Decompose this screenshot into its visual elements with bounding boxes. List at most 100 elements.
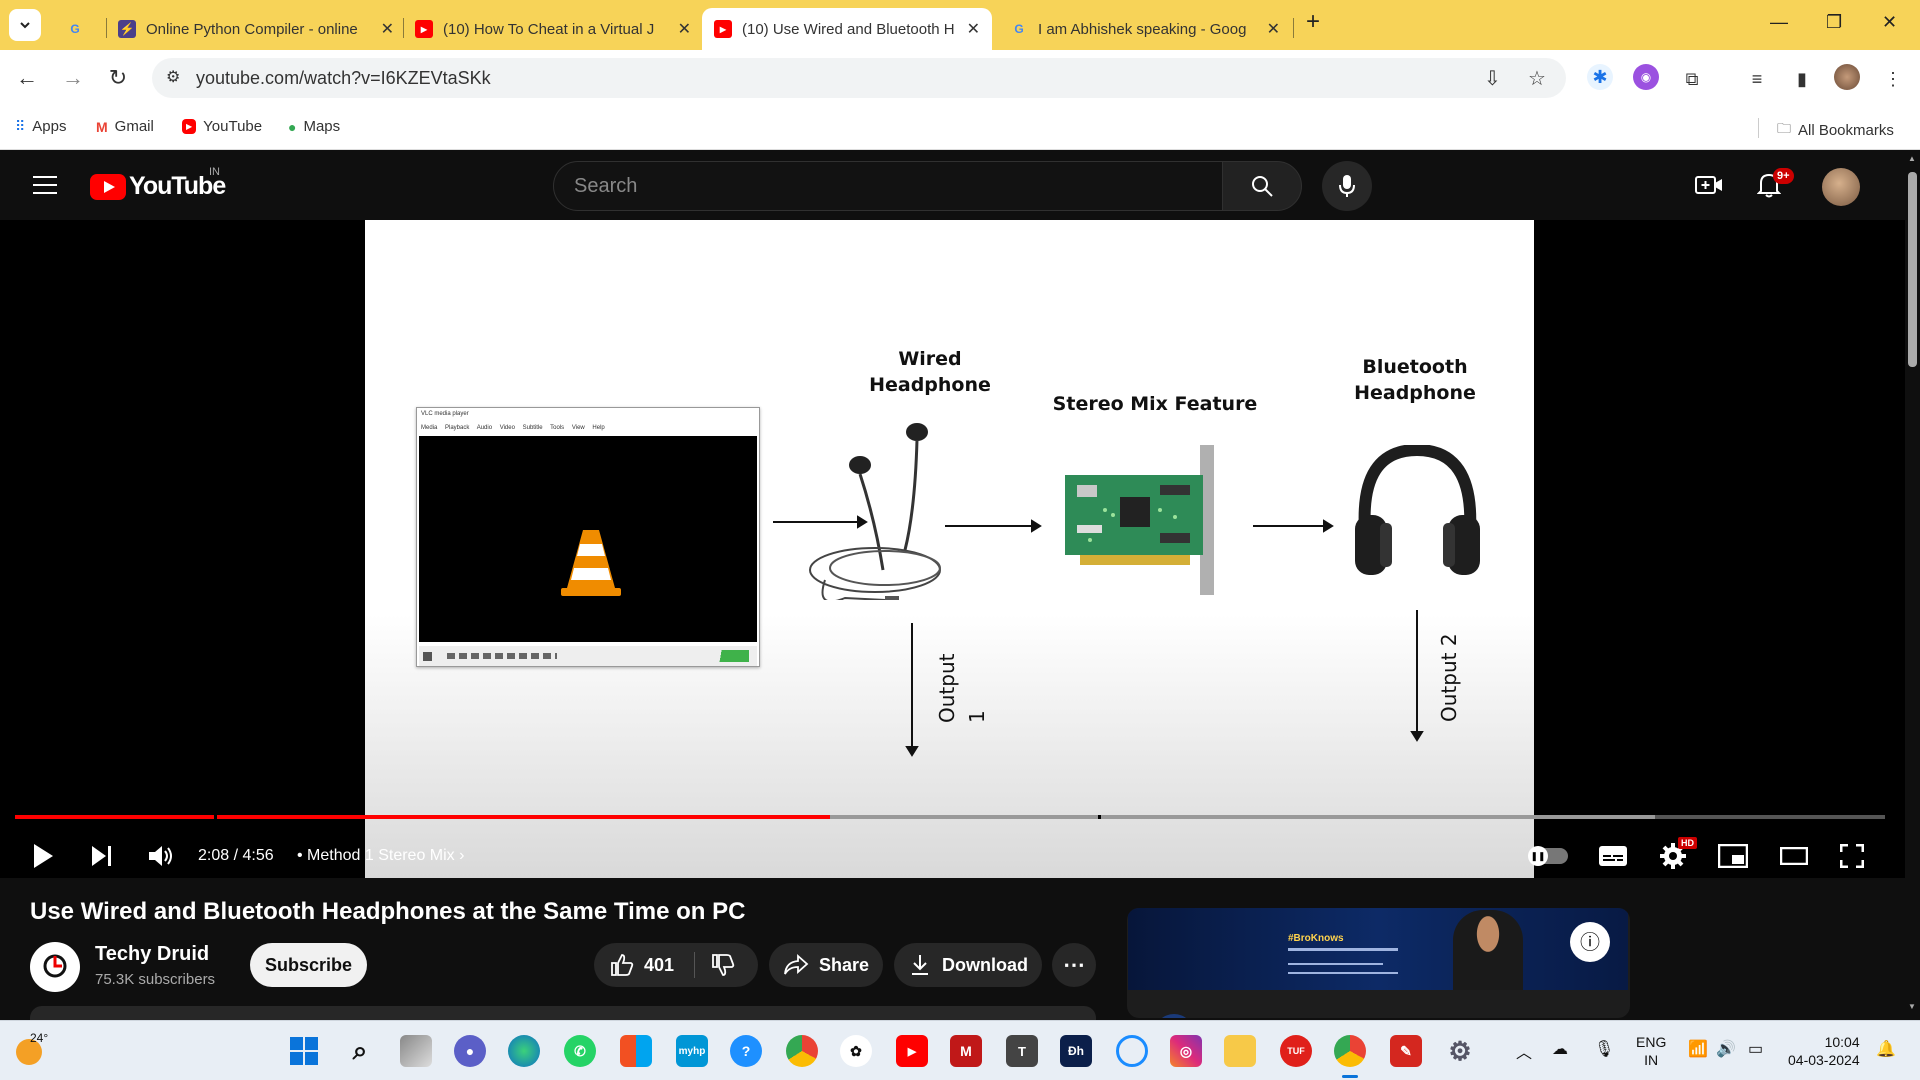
play-icon[interactable] [32, 843, 54, 869]
forward-arrow-icon[interactable]: → [58, 63, 88, 93]
chapter-title-button[interactable]: • Method 1 Stereo Mix › [297, 847, 464, 865]
autoplay-toggle[interactable]: ❚❚ [1528, 846, 1568, 866]
ad-info-icon[interactable]: ⓘ [1570, 922, 1610, 962]
language-indicator[interactable]: ENG IN [1636, 1033, 1666, 1069]
get-help-icon[interactable]: ? [730, 1035, 762, 1067]
reload-icon[interactable]: ↻ [103, 63, 133, 93]
scroll-up-arrow[interactable]: ▲ [1908, 154, 1916, 163]
tab-python-compiler[interactable]: ⚡ Online Python Compiler - online ✕ [106, 8, 406, 50]
tray-mic-icon[interactable]: 🎙 [1594, 1039, 1614, 1059]
whatsapp-icon[interactable]: ✆ [564, 1035, 596, 1067]
close-window-icon[interactable]: ✕ [1882, 12, 1897, 33]
edge-icon[interactable] [508, 1035, 540, 1067]
like-button[interactable]: 401 [594, 953, 694, 977]
next-icon[interactable] [90, 844, 114, 868]
sponsored-ad-card[interactable]: #BroKnows ⓘ [1127, 908, 1630, 1018]
dh-app-icon[interactable]: Ðh [1060, 1035, 1092, 1067]
clock[interactable]: 10:04 04-03-2024 [1788, 1033, 1860, 1069]
battery-icon[interactable]: ▭ [1748, 1039, 1763, 1059]
bookmark-star-icon[interactable]: ☆ [1528, 66, 1546, 91]
video-player[interactable]: Wired Headphone Stereo Mix Feature Bluet… [0, 220, 1905, 878]
myhp-icon[interactable]: myhp [676, 1035, 708, 1067]
search-button[interactable] [1222, 161, 1302, 211]
volume-icon[interactable] [148, 844, 174, 868]
text-app-icon[interactable]: T [1006, 1035, 1038, 1067]
fullscreen-icon[interactable] [1840, 844, 1864, 868]
task-view-icon[interactable] [400, 1035, 432, 1067]
theater-mode-icon[interactable] [1780, 847, 1808, 865]
tray-chevron-up-icon[interactable]: ︿ [1516, 1039, 1532, 1063]
file-explorer-icon[interactable] [1224, 1035, 1256, 1067]
chatgpt-icon[interactable]: ✿ [840, 1035, 872, 1067]
chrome-profile-icon[interactable] [786, 1035, 818, 1067]
more-actions-button[interactable]: ⋯ [1052, 943, 1096, 987]
tuf-icon[interactable]: TUF [1280, 1035, 1312, 1067]
hamburger-menu-icon[interactable] [33, 174, 57, 196]
windows-start-icon[interactable] [288, 1035, 320, 1067]
acrobat-icon[interactable]: ✎ [1390, 1035, 1422, 1067]
page-scrollbar[interactable]: ▲ ▼ [1905, 150, 1920, 1020]
ms-store-icon[interactable] [620, 1035, 652, 1067]
bookmark-gmail[interactable]: M Gmail [96, 118, 154, 135]
media-control-icon[interactable]: ≡ [1744, 66, 1770, 92]
video-progress-bar[interactable] [15, 815, 1885, 820]
download-label: Download [942, 954, 1028, 975]
extension-perplexity-icon[interactable]: ✱ [1587, 64, 1613, 90]
extension-purple-icon[interactable]: ◉ [1633, 64, 1659, 90]
close-tab-icon[interactable]: ✕ [967, 19, 980, 39]
voice-search-button[interactable] [1322, 161, 1372, 211]
dislike-button[interactable] [695, 953, 735, 977]
create-video-icon[interactable] [1695, 174, 1723, 196]
close-tab-icon[interactable]: ✕ [1267, 19, 1280, 39]
minimize-icon[interactable]: — [1770, 12, 1788, 33]
download-button[interactable]: Download [894, 943, 1042, 987]
tab-google[interactable]: G [56, 8, 96, 50]
close-tab-icon[interactable]: ✕ [381, 19, 394, 39]
channel-name[interactable]: Techy Druid [95, 943, 209, 966]
speaker-icon[interactable]: 🔊 [1716, 1039, 1736, 1059]
weather-widget[interactable]: 24° [14, 1031, 50, 1069]
bookmark-youtube[interactable]: ▶ YouTube [182, 118, 262, 135]
subtitles-icon[interactable] [1598, 845, 1628, 867]
youtube-logo[interactable]: YouTube IN [90, 166, 226, 201]
tab-cheat-virtual[interactable]: ▶ (10) How To Cheat in a Virtual J ✕ [403, 8, 703, 50]
tab-search-button[interactable] [9, 9, 41, 41]
ad-banner-lines [1288, 948, 1398, 951]
channel-avatar[interactable] [30, 942, 80, 992]
install-app-icon[interactable]: ⇩ [1484, 66, 1501, 91]
settings-app-icon[interactable]: ⚙ [1444, 1035, 1476, 1067]
new-tab-plus-icon[interactable]: + [1306, 8, 1320, 36]
wifi-icon[interactable]: 📶 [1688, 1039, 1708, 1059]
share-button[interactable]: Share [769, 943, 883, 987]
subscribe-button[interactable]: Subscribe [250, 943, 367, 987]
onedrive-cloud-icon[interactable]: ☁ [1552, 1039, 1568, 1059]
tab-wired-bluetooth[interactable]: ▶ (10) Use Wired and Bluetooth H ✕ [702, 8, 992, 50]
cortana-icon[interactable] [1116, 1035, 1148, 1067]
side-panel-icon[interactable]: ▮ [1789, 66, 1815, 92]
site-info-icon[interactable]: ⚙ [166, 67, 180, 87]
instagram-icon[interactable]: ◎ [1170, 1035, 1202, 1067]
scrollbar-thumb[interactable] [1908, 172, 1917, 367]
scroll-down-arrow[interactable]: ▼ [1908, 1002, 1916, 1011]
all-bookmarks[interactable]: 🗀 All Bookmarks [1777, 118, 1894, 142]
address-bar[interactable]: ⚙ youtube.com/watch?v=I6KZEVtaSKk ⇩ ☆ [152, 58, 1566, 98]
youtube-app-icon[interactable]: ▶ [896, 1035, 928, 1067]
bookmark-maps[interactable]: ● Maps [288, 118, 340, 135]
miniplayer-icon[interactable] [1718, 844, 1748, 868]
chrome-menu-icon[interactable]: ⋮ [1880, 66, 1906, 92]
user-avatar[interactable] [1822, 168, 1860, 206]
mcafee-icon[interactable]: M [950, 1035, 982, 1067]
tab-abhishek[interactable]: G I am Abhishek speaking - Goog ✕ [998, 8, 1292, 50]
bookmark-apps[interactable]: ⠿ Apps [15, 118, 66, 135]
profile-avatar-icon[interactable] [1834, 64, 1860, 90]
chrome-icon[interactable] [1334, 1035, 1366, 1067]
extensions-puzzle-icon[interactable]: ⧉ [1679, 66, 1705, 92]
notification-bell-icon[interactable]: 🔔 [1876, 1039, 1896, 1059]
back-arrow-icon[interactable]: ← [12, 63, 42, 93]
taskbar-search-icon[interactable]: ⌕ [344, 1035, 376, 1067]
close-tab-icon[interactable]: ✕ [678, 19, 691, 39]
url-text[interactable]: youtube.com/watch?v=I6KZEVtaSKk [196, 68, 491, 89]
search-input[interactable] [574, 175, 1174, 198]
teams-chat-icon[interactable]: ● [454, 1035, 486, 1067]
restore-icon[interactable]: ❐ [1826, 12, 1842, 33]
